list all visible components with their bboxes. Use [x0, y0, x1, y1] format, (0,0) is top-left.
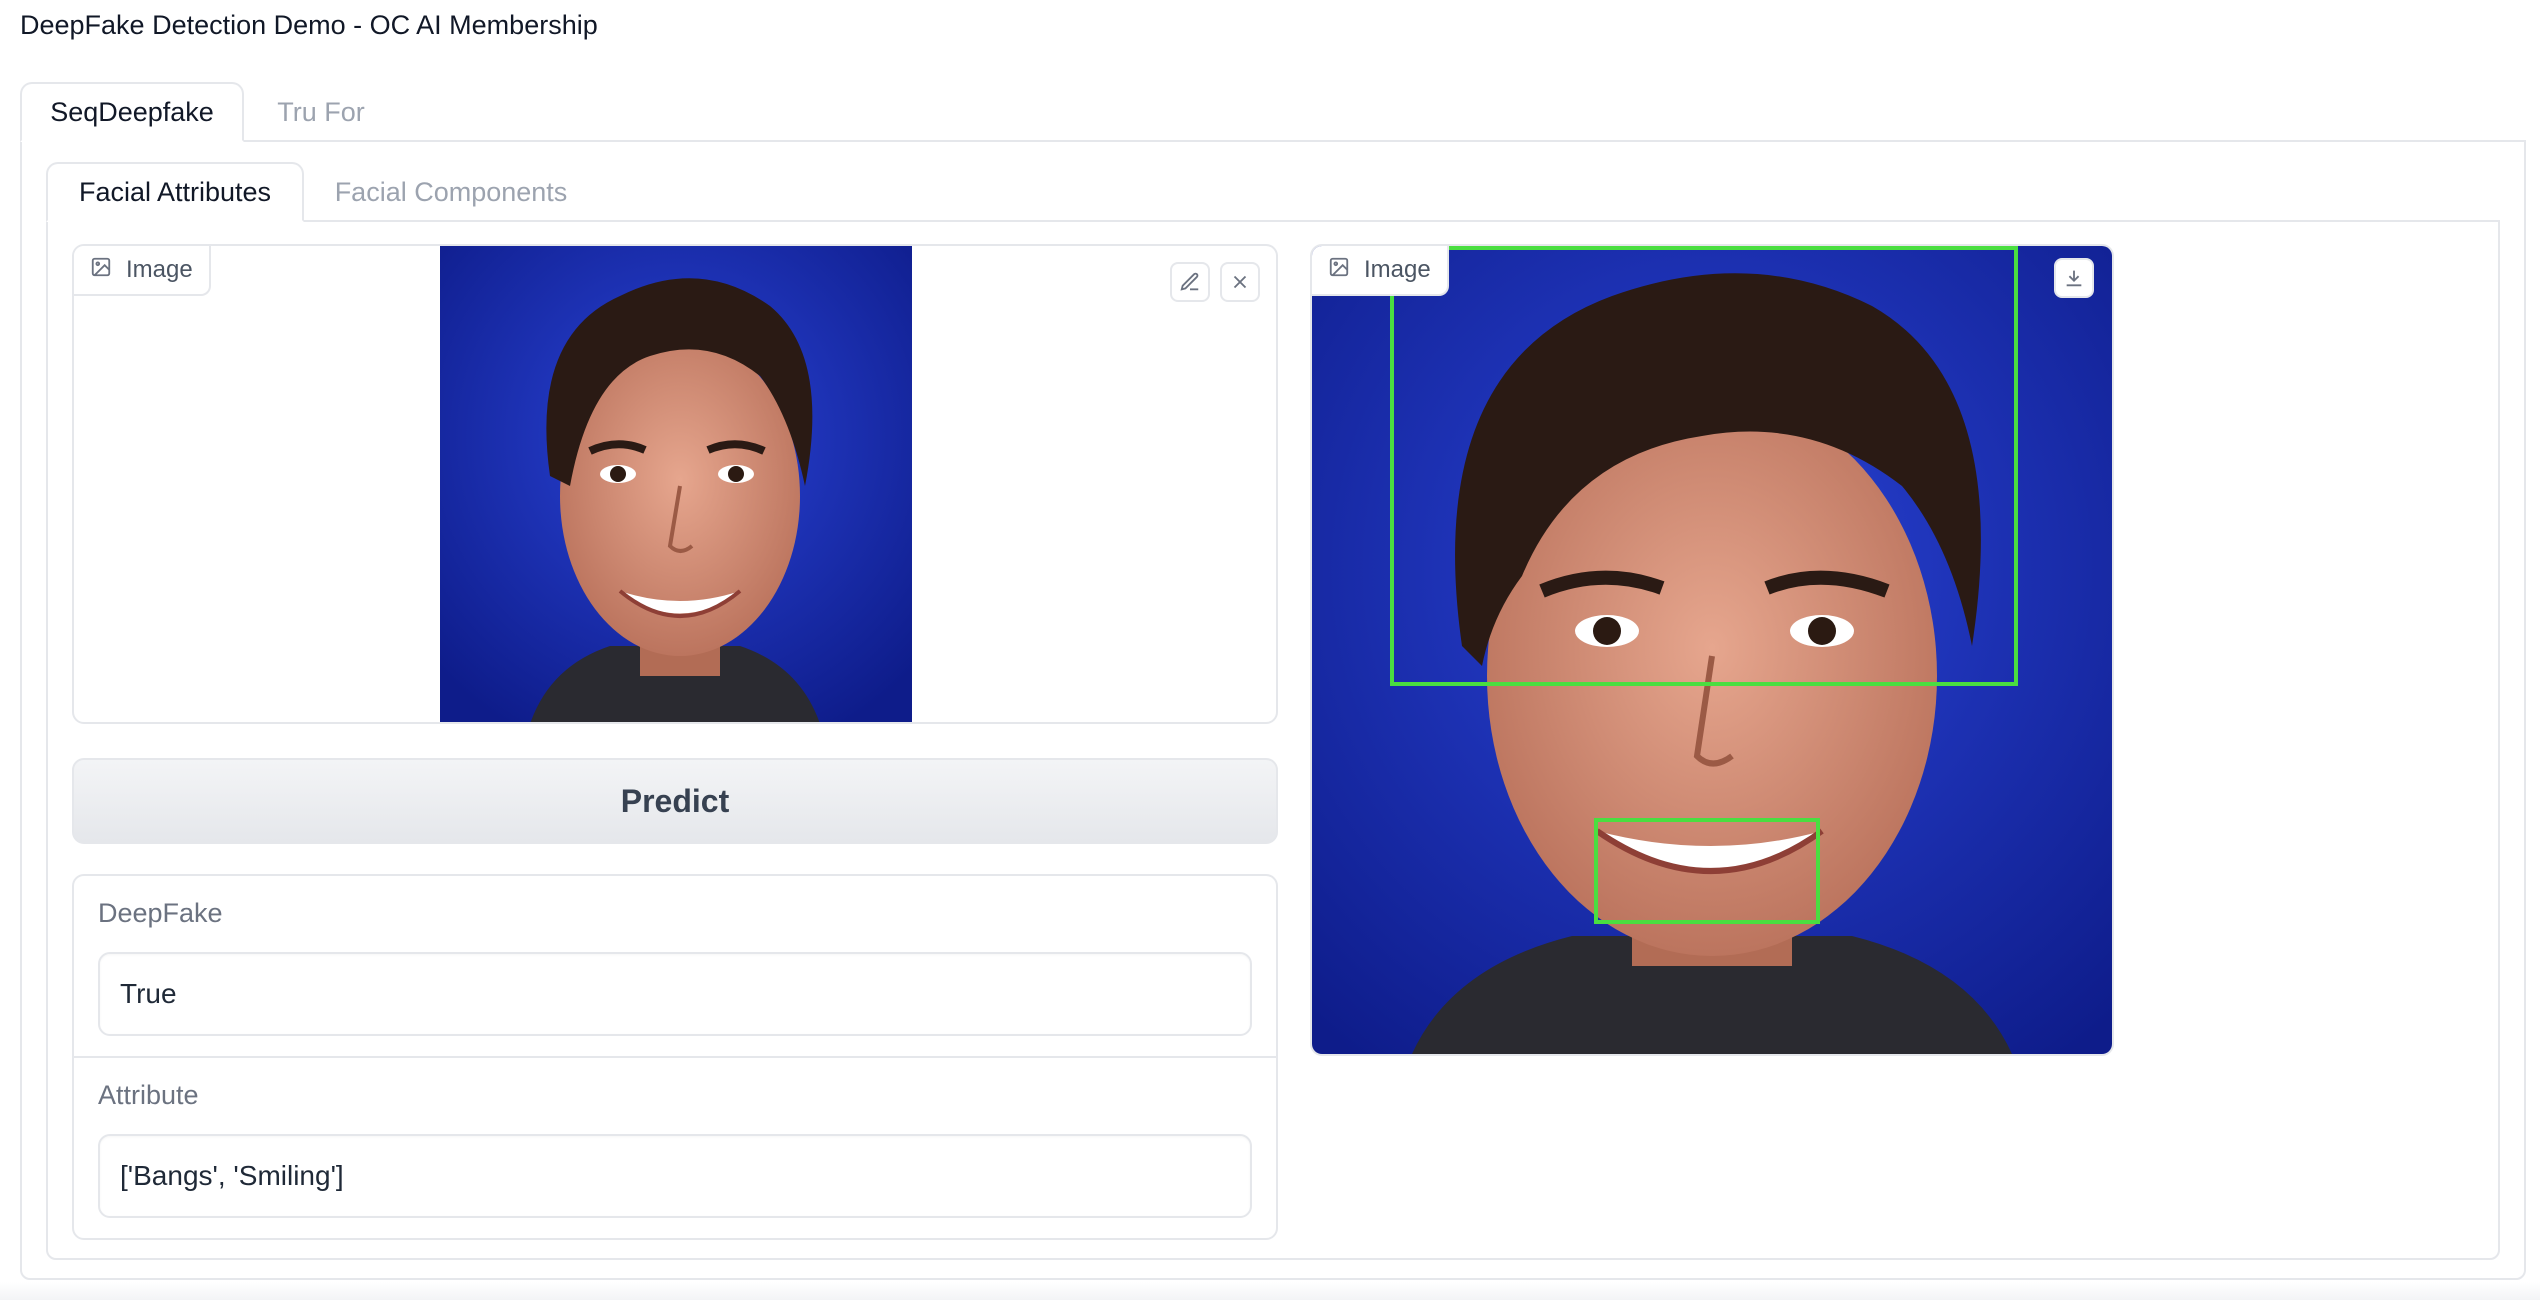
image-icon [1328, 256, 1350, 285]
edit-icon [1180, 272, 1199, 291]
deepfake-output[interactable]: True [98, 952, 1252, 1036]
tab-tru-for[interactable]: Tru For [256, 82, 386, 142]
output-image-label: Image [1312, 246, 1449, 296]
image-icon [90, 256, 112, 285]
download-icon [2066, 270, 2082, 287]
download-button[interactable] [2054, 258, 2094, 298]
page-bottom-shadow [0, 1282, 2540, 1300]
input-image-label: Image [74, 246, 211, 296]
close-icon [1233, 275, 1247, 289]
clear-image-button[interactable] [1220, 262, 1260, 302]
input-face-image [440, 246, 912, 722]
edit-button[interactable] [1170, 262, 1210, 302]
attribute-label: Attribute [98, 1080, 199, 1110]
tab-facial-attributes[interactable]: Facial Attributes [46, 162, 304, 222]
tab-facial-components[interactable]: Facial Components [316, 162, 586, 222]
predict-button[interactable]: Predict [72, 758, 1278, 844]
attribute-output[interactable]: ['Bangs', 'Smiling'] [98, 1134, 1252, 1218]
output-image-block: Image [1310, 244, 2114, 1056]
tab-seqdeepfake[interactable]: SeqDeepfake [20, 82, 244, 142]
input-image-block[interactable]: Image [72, 244, 1278, 724]
hair-bounding-box [1390, 246, 2018, 686]
app-title: DeepFake Detection Demo - OC AI Membersh… [20, 10, 598, 40]
mouth-bounding-box [1594, 818, 1820, 924]
deepfake-label: DeepFake [98, 898, 223, 928]
results-divider [74, 1056, 1276, 1058]
